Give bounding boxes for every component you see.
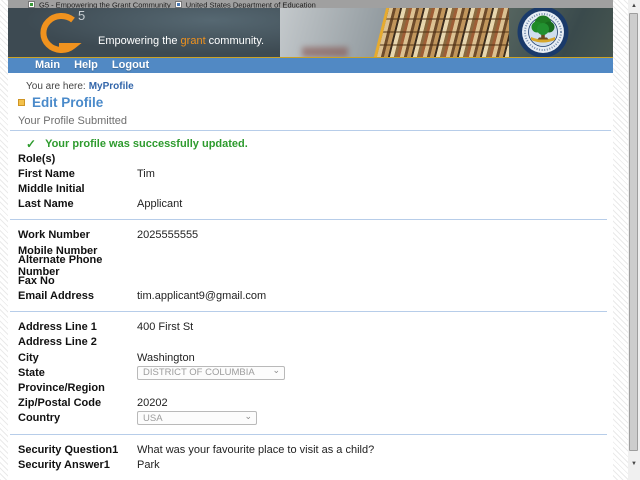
form-row-middle-initial: Middle Initial bbox=[8, 181, 613, 196]
form-row-country: Country USA ⌄ bbox=[8, 411, 613, 426]
tagline-post: community. bbox=[205, 35, 265, 47]
field-label: City bbox=[18, 351, 39, 364]
field-label: Email Address bbox=[18, 290, 95, 303]
section-title: Your Profile Submitted bbox=[18, 115, 128, 127]
form-row-security-answer1: Security Answer1 Park bbox=[8, 457, 613, 472]
field-value: Applicant bbox=[137, 198, 183, 211]
form-row-address2: Address Line 2 bbox=[8, 335, 613, 350]
image-alt-strip: G5 - Empowering the Grant Community Unit… bbox=[8, 0, 613, 8]
chalkboard-photo bbox=[509, 8, 613, 57]
chevron-down-icon: ⌄ bbox=[244, 410, 252, 421]
field-label: Country bbox=[18, 412, 61, 425]
bookshelf-photo bbox=[373, 8, 525, 57]
field-label: Province/Region bbox=[18, 382, 105, 395]
form-row-work-number: Work Number 2025555555 bbox=[8, 228, 613, 243]
vertical-scrollbar[interactable]: ▲ ▼ bbox=[628, 0, 640, 480]
field-label: Last Name bbox=[18, 198, 74, 211]
down-arrow-icon: ▼ bbox=[631, 461, 637, 467]
state-select[interactable]: DISTRICT OF COLUMBIA ⌄ bbox=[137, 365, 285, 380]
country-select[interactable]: USA ⌄ bbox=[137, 410, 257, 426]
g5-logo-five: 5 bbox=[78, 8, 86, 23]
form-row-first-name: First Name Tim bbox=[8, 166, 613, 181]
nav-help[interactable]: Help bbox=[74, 58, 98, 73]
form-row-fax: Fax No bbox=[8, 273, 613, 288]
breadcrumb: You are here: MyProfile bbox=[8, 81, 613, 92]
tagline-pre: Empowering the bbox=[98, 35, 181, 47]
divider bbox=[10, 130, 611, 131]
success-message-text: Your profile was successfully updated. bbox=[45, 138, 248, 150]
field-label: Fax No bbox=[18, 274, 55, 287]
breadcrumb-prefix: You are here: bbox=[26, 81, 86, 92]
select-value: DISTRICT OF COLUMBIA bbox=[143, 367, 255, 379]
nav-logout[interactable]: Logout bbox=[112, 58, 149, 73]
section-divider bbox=[10, 433, 607, 435]
broken-image-icon bbox=[174, 0, 182, 8]
field-label: Role(s) bbox=[18, 152, 56, 165]
field-value: What was your favourite place to visit a… bbox=[137, 443, 375, 456]
field-value: 20202 bbox=[137, 397, 168, 410]
page-title: Edit Profile bbox=[8, 95, 613, 110]
field-value: tim.applicant9@gmail.com bbox=[137, 290, 267, 303]
field-label: First Name bbox=[18, 167, 75, 180]
form-row-security-question1: Security Question1 What was your favouri… bbox=[8, 442, 613, 457]
field-label: Security Answer1 bbox=[18, 458, 110, 471]
field-label: Work Number bbox=[18, 229, 90, 242]
form-row-city: City Washington bbox=[8, 350, 613, 365]
form-row-roles: Role(s) bbox=[8, 151, 613, 166]
form-row-address1: Address Line 1 400 First St bbox=[8, 320, 613, 335]
page-container: G5 - Empowering the Grant Community Unit… bbox=[8, 0, 613, 480]
bullet-icon bbox=[18, 99, 25, 106]
form-row-province: Province/Region bbox=[8, 380, 613, 395]
breadcrumb-myprofile-link[interactable]: MyProfile bbox=[89, 81, 134, 92]
page-title-text: Edit Profile bbox=[32, 95, 104, 110]
banner: 5 Empowering the grant community. bbox=[8, 8, 613, 58]
banner-photo-blur bbox=[280, 8, 386, 57]
form-row-zip: Zip/Postal Code 20202 bbox=[8, 396, 613, 411]
section-divider bbox=[10, 219, 607, 221]
field-value: Tim bbox=[137, 167, 155, 180]
chevron-down-icon: ⌄ bbox=[272, 365, 280, 376]
success-message: ✓ Your profile was successfully updated. bbox=[8, 137, 613, 151]
field-value: Park bbox=[137, 458, 160, 471]
select-value: USA bbox=[143, 412, 163, 424]
form-row-alternate-phone: Alternate Phone Number bbox=[8, 254, 613, 278]
education-seal-icon bbox=[517, 8, 569, 57]
nav-main[interactable]: Main bbox=[35, 58, 60, 73]
main-navbar: Main Help Logout bbox=[8, 58, 613, 73]
field-label: Zip/Postal Code bbox=[18, 397, 102, 410]
tagline-accent: grant bbox=[180, 35, 206, 47]
field-label: Address Line 1 bbox=[18, 321, 97, 334]
browser-viewport: G5 - Empowering the Grant Community Unit… bbox=[0, 0, 640, 480]
field-label: State bbox=[18, 366, 45, 379]
field-value: 2025555555 bbox=[137, 229, 199, 242]
section-divider bbox=[10, 311, 607, 313]
field-label: Security Question1 bbox=[18, 443, 119, 456]
broken-image-icon bbox=[28, 0, 35, 8]
banner-logo-panel: 5 Empowering the grant community. bbox=[8, 8, 280, 57]
field-label: Address Line 2 bbox=[18, 336, 97, 349]
field-label: Middle Initial bbox=[18, 182, 85, 195]
scrollbar-down-button[interactable]: ▼ bbox=[628, 458, 640, 470]
up-arrow-icon: ▲ bbox=[631, 3, 637, 9]
profile-form: Role(s) First Name Tim Middle Initial La… bbox=[8, 151, 613, 472]
field-value: Washington bbox=[137, 351, 195, 364]
form-row-last-name: Last Name Applicant bbox=[8, 197, 613, 212]
form-row-email: Email Address tim.applicant9@gmail.com bbox=[8, 289, 613, 304]
form-row-state: State DISTRICT OF COLUMBIA ⌄ bbox=[8, 365, 613, 380]
field-value: 400 First St bbox=[137, 321, 194, 334]
check-icon: ✓ bbox=[26, 137, 37, 151]
scrollbar-up-button[interactable]: ▲ bbox=[628, 0, 640, 12]
banner-tagline: Empowering the grant community. bbox=[98, 35, 264, 47]
scrollbar-thumb[interactable] bbox=[629, 13, 638, 451]
